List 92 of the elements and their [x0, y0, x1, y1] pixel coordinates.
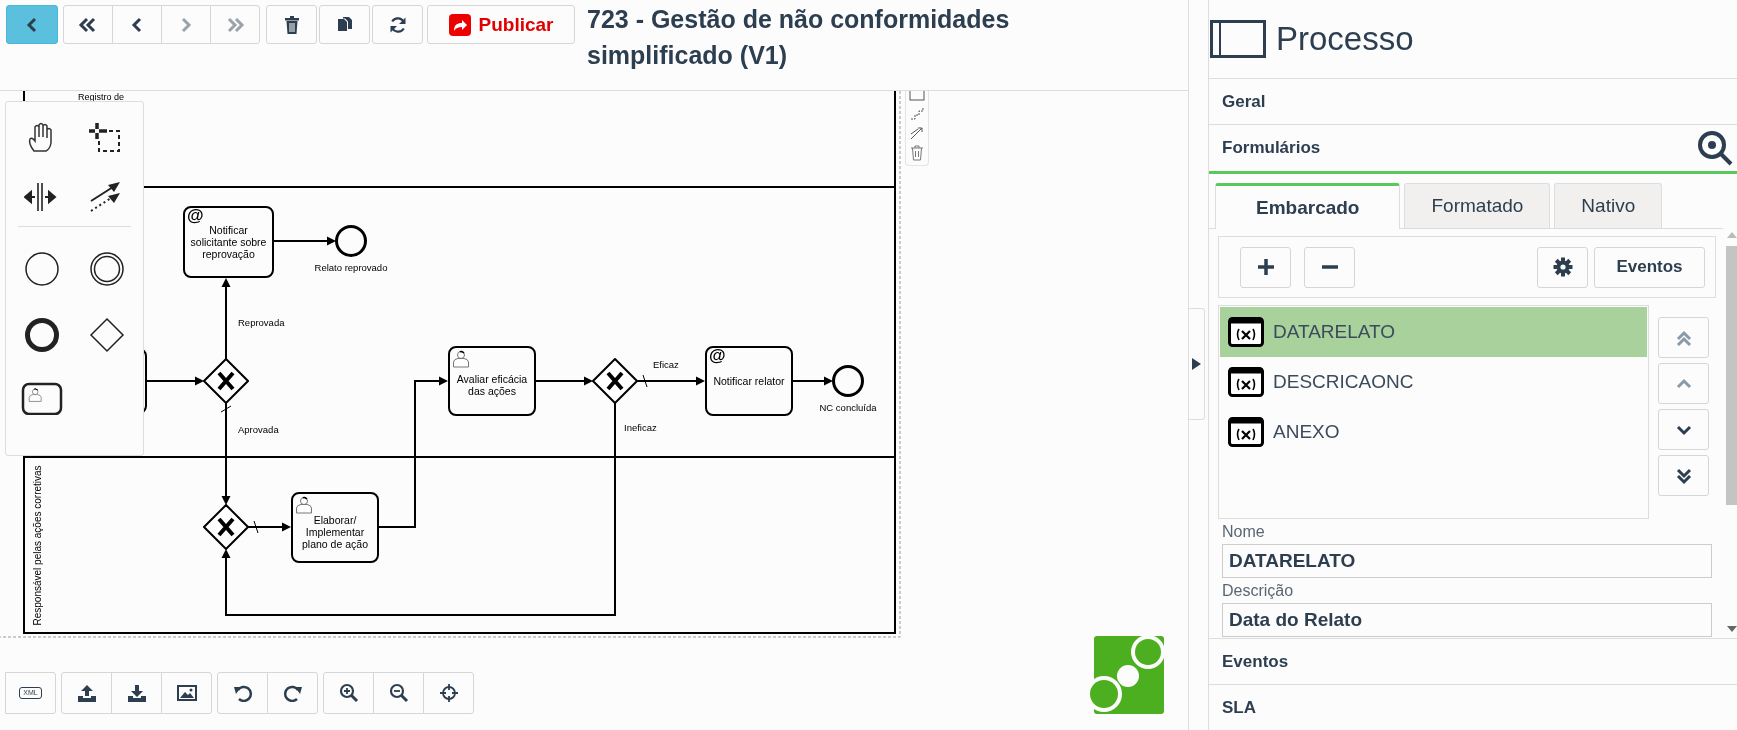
- plus-icon: [1256, 258, 1275, 276]
- form-tab[interactable]: Embarcado: [1215, 183, 1401, 229]
- field-label: Descrição: [1222, 582, 1295, 600]
- form-tab[interactable]: Nativo: [1554, 183, 1663, 228]
- crosshair-icon: [438, 683, 459, 703]
- zoom-in-button[interactable]: [323, 672, 374, 714]
- double-chevron-left-icon: [78, 16, 98, 33]
- download-button[interactable]: [111, 672, 162, 714]
- minus-icon: [1320, 265, 1339, 269]
- center-button[interactable]: [423, 672, 474, 714]
- event-label: NC concluída: [818, 402, 878, 413]
- redo-icon: [282, 684, 303, 702]
- double-chevron-up-icon: [1674, 328, 1693, 347]
- back-button[interactable]: [6, 5, 58, 44]
- move-bottom-button[interactable]: [1658, 455, 1709, 496]
- flow-label: Ineficaz: [624, 422, 657, 433]
- collapse-tab[interactable]: [1189, 308, 1205, 420]
- flow-label: Reprovada: [238, 317, 285, 328]
- events-button[interactable]: Eventos: [1594, 246, 1705, 288]
- diagram-title: 723 - Gestão de não conformidades simplificado (V1): [587, 4, 1011, 71]
- gateway-icon[interactable]: [88, 317, 125, 353]
- task-label: Avaliar eficácia das ações: [455, 372, 529, 397]
- image-icon: [176, 684, 197, 702]
- navigation-button[interactable]: [63, 5, 113, 44]
- exclusive-gateway: [203, 358, 249, 404]
- trash-icon[interactable]: [910, 145, 924, 161]
- email-marker: @: [187, 206, 204, 226]
- share-icon: [448, 13, 471, 36]
- lane-label: Responsável pelas ações corretivas: [31, 465, 43, 626]
- move-top-button[interactable]: [1658, 317, 1709, 358]
- section-header[interactable]: Geral: [1209, 78, 1737, 124]
- start-event-icon[interactable]: [24, 251, 61, 287]
- user-icon: [452, 349, 470, 368]
- delete-button[interactable]: [266, 5, 317, 44]
- end-event: [832, 365, 864, 397]
- variable-icon: [1228, 417, 1264, 447]
- intermediate-event-icon[interactable]: [88, 251, 125, 287]
- exclusive-gateway: [592, 358, 638, 404]
- double-chevron-right-icon: [225, 16, 245, 33]
- variable-icon: [1228, 367, 1264, 397]
- flow-label: Aprovada: [238, 424, 279, 435]
- user-icon: [295, 495, 313, 514]
- exclusive-gateway: [203, 504, 249, 550]
- add-button[interactable]: [1240, 246, 1291, 288]
- variable-icon: [1228, 317, 1264, 347]
- panel-title: Processo: [1276, 20, 1414, 58]
- settings-button[interactable]: [1537, 246, 1588, 288]
- gear-icon: [1552, 257, 1573, 277]
- preview-icon[interactable]: [1697, 130, 1733, 166]
- chevron-right-icon: [179, 16, 193, 33]
- double-chevron-down-icon: [1674, 466, 1693, 485]
- back-icon: [25, 16, 39, 33]
- end-event: [335, 225, 367, 257]
- zoom-in-icon: [338, 683, 359, 703]
- upload-icon: [76, 684, 97, 702]
- trash-icon: [283, 15, 300, 34]
- image-button[interactable]: [161, 672, 212, 714]
- flow-label: Eficaz: [653, 359, 679, 370]
- variable-item[interactable]: ANEXO: [1220, 407, 1647, 457]
- upload-button[interactable]: [61, 672, 112, 714]
- triangle-right-icon[interactable]: [1192, 358, 1201, 370]
- text-field[interactable]: Data do Relato: [1222, 603, 1712, 637]
- copy-icon: [336, 15, 353, 34]
- lane-label: Registro de: [78, 92, 125, 102]
- copy-button[interactable]: [319, 5, 370, 44]
- text-field[interactable]: DATARELATO: [1222, 544, 1712, 578]
- variable-item[interactable]: DATARELATO: [1220, 307, 1647, 357]
- section-header[interactable]: SLA: [1209, 684, 1737, 730]
- undo-button[interactable]: [217, 672, 268, 714]
- zoom-out-button[interactable]: [373, 672, 424, 714]
- arrow-icon[interactable]: [909, 125, 925, 141]
- redo-button[interactable]: [267, 672, 318, 714]
- remove-button[interactable]: [1304, 246, 1355, 288]
- field-label: Nome: [1222, 523, 1266, 541]
- refresh-button[interactable]: [372, 5, 423, 44]
- panel-layout-icon: [1210, 20, 1266, 58]
- form-tab[interactable]: Formatado: [1404, 183, 1551, 228]
- task-label: Notificar relator: [712, 375, 786, 387]
- publish-button[interactable]: Publicar: [427, 5, 575, 44]
- chevron-left-icon: [130, 16, 144, 33]
- undo-icon: [232, 684, 253, 702]
- event-label: Relato reprovado: [313, 262, 389, 273]
- task-label: Elaborar/ Implementar plano de ação: [301, 512, 369, 550]
- email-marker: @: [709, 346, 726, 366]
- zoom-out-icon: [388, 683, 409, 703]
- variable-item[interactable]: DESCRICAONC: [1220, 357, 1647, 407]
- end-event-icon[interactable]: [24, 317, 61, 353]
- section-header[interactable]: Formulários: [1209, 124, 1737, 174]
- move-down-button[interactable]: [1658, 409, 1709, 450]
- task-label: Notificar solicitante sobre reprovação: [189, 224, 268, 260]
- download-icon: [126, 684, 147, 702]
- section-header[interactable]: Eventos: [1209, 638, 1737, 684]
